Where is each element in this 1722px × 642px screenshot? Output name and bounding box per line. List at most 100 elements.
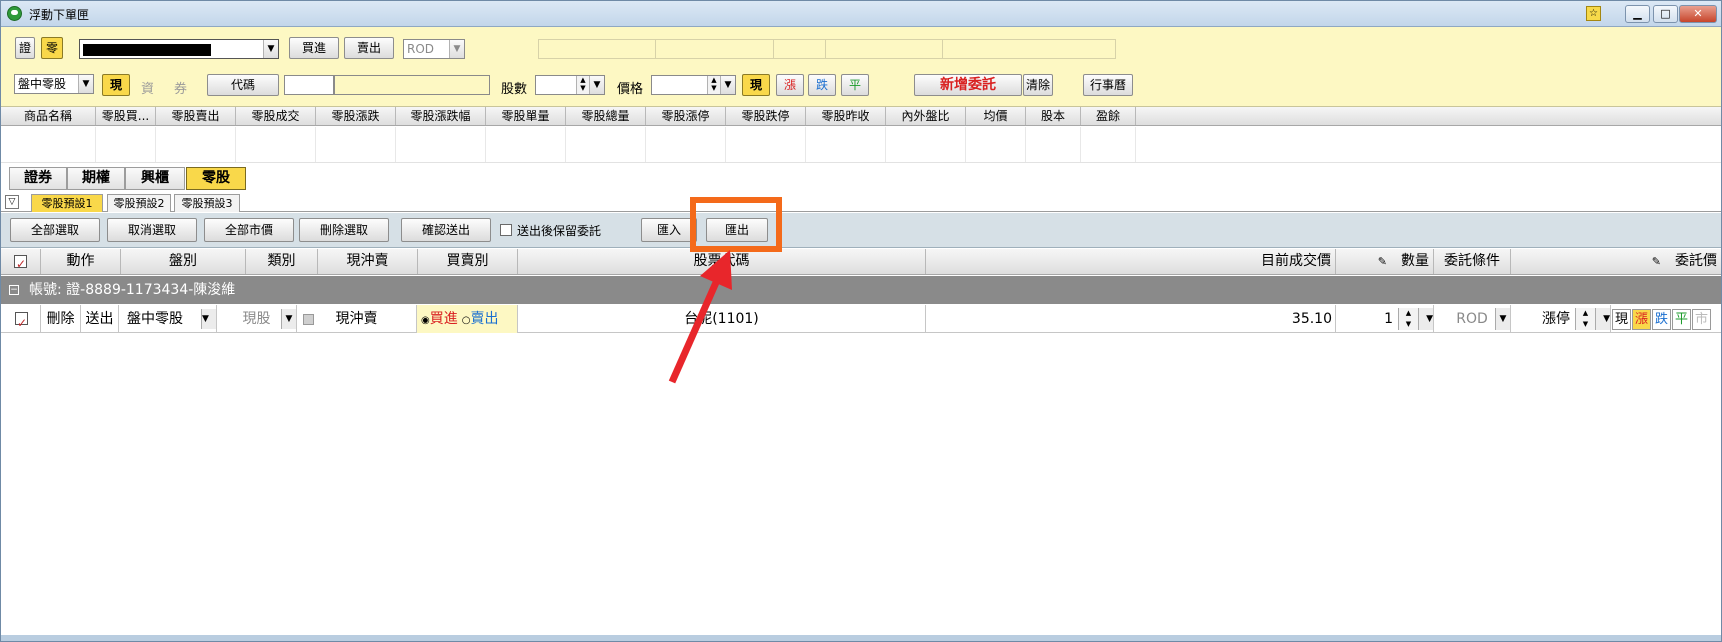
order-row[interactable]: 刪除 送出 盤中零股 ▼ 現股 ▼ 現沖賣 ◉買進○賣出 台泥(1101) 35.1… bbox=[1, 305, 1721, 333]
col-qty[interactable]: ✎ 數量 bbox=[1336, 249, 1434, 274]
keep-after-send-checkbox[interactable] bbox=[500, 224, 512, 236]
sell-button[interactable]: 賣出 bbox=[344, 37, 394, 59]
row-price-up-button[interactable]: 漲 bbox=[1632, 309, 1651, 330]
quote-col-header[interactable]: 商品名稱 bbox=[1, 107, 96, 125]
chevron-down-icon[interactable]: ▼ bbox=[1495, 308, 1510, 330]
select-all-button[interactable]: 全部選取 bbox=[10, 218, 100, 242]
price-cash-button[interactable]: 現 bbox=[742, 74, 770, 96]
price-flat-button[interactable]: 平 bbox=[841, 74, 869, 96]
close-button[interactable]: ✕ bbox=[1679, 5, 1717, 23]
code-button[interactable]: 代碼 bbox=[207, 74, 279, 96]
quote-col-header[interactable]: 零股總量 bbox=[566, 107, 646, 125]
quote-col-header[interactable]: 均價 bbox=[966, 107, 1026, 125]
maximize-button[interactable]: □ bbox=[1653, 5, 1678, 23]
col-code[interactable]: 股票代碼 bbox=[518, 249, 926, 274]
row-checkbox[interactable] bbox=[15, 309, 28, 333]
row-session-select[interactable]: 盤中零股 ▼ bbox=[119, 305, 217, 333]
tab-emerging[interactable]: 興櫃 bbox=[125, 167, 185, 190]
row-price-flat-button[interactable]: 平 bbox=[1672, 309, 1691, 330]
quote-col-header[interactable]: 零股漲停 bbox=[646, 107, 726, 125]
tab-options[interactable]: 期權 bbox=[67, 167, 125, 190]
col-session[interactable]: 盤別 bbox=[121, 249, 246, 274]
radio-selected-icon[interactable]: ◉ bbox=[421, 315, 430, 326]
buy-button[interactable]: 買進 bbox=[289, 37, 339, 59]
odd-lot-mode-button[interactable]: 零 bbox=[41, 37, 63, 59]
daytrade-checkbox[interactable] bbox=[303, 314, 314, 325]
tab-odd-lot[interactable]: 零股 bbox=[186, 167, 246, 190]
row-price-cash-button[interactable]: 現 bbox=[1612, 309, 1631, 330]
price-limit-up-button[interactable]: 漲 bbox=[776, 74, 804, 96]
chevron-down-icon[interactable]: ▼ bbox=[589, 76, 604, 94]
stepper-icon[interactable]: ▲ ▼ bbox=[1398, 308, 1418, 330]
chevron-down-icon[interactable]: ▼ bbox=[1595, 308, 1610, 330]
col-condition[interactable]: 委託條件 bbox=[1434, 249, 1511, 274]
chevron-down-icon[interactable]: ▼ bbox=[720, 76, 735, 94]
col-side[interactable]: 買賣別 bbox=[418, 249, 518, 274]
margin-option[interactable]: 資 bbox=[141, 78, 154, 97]
quote-col-header[interactable]: 股本 bbox=[1026, 107, 1081, 125]
short-option[interactable]: 券 bbox=[174, 78, 187, 97]
chevron-down-icon[interactable]: ▼ bbox=[263, 40, 278, 58]
price-stepper[interactable]: ▲ ▼ bbox=[707, 76, 720, 94]
stock-mode-button[interactable]: 證 bbox=[15, 37, 35, 59]
row-price-down-button[interactable]: 跌 bbox=[1652, 309, 1671, 330]
deselect-button[interactable]: 取消選取 bbox=[107, 218, 197, 242]
quote-col-header[interactable]: 零股漲跌幅 bbox=[396, 107, 486, 125]
order-condition-select[interactable]: ROD ▼ bbox=[403, 39, 465, 59]
new-order-button[interactable]: 新增委託 bbox=[914, 74, 1022, 96]
col-action[interactable]: 動作 bbox=[41, 249, 121, 274]
clear-button[interactable]: 清除 bbox=[1023, 74, 1053, 96]
chevron-down-icon[interactable]: ▼ bbox=[1418, 308, 1433, 330]
quote-col-header[interactable]: 零股買... bbox=[96, 107, 156, 125]
quote-col-header[interactable]: 盈餘 bbox=[1081, 107, 1136, 125]
collapse-icon[interactable]: ▽ bbox=[5, 195, 19, 209]
cash-button[interactable]: 現 bbox=[102, 74, 130, 96]
tab-preset-3[interactable]: 零股預設3 bbox=[174, 194, 240, 212]
tab-preset-1[interactable]: 零股預設1 bbox=[31, 194, 103, 212]
quote-col-header[interactable]: 零股成交 bbox=[236, 107, 316, 125]
all-market-price-button[interactable]: 全部市價 bbox=[204, 218, 294, 242]
chevron-down-icon[interactable]: ▼ bbox=[281, 309, 296, 329]
col-type[interactable]: 類別 bbox=[246, 249, 318, 274]
stepper-icon[interactable]: ▲ ▼ bbox=[1575, 308, 1595, 330]
quote-col-header[interactable]: 零股賣出 bbox=[156, 107, 236, 125]
row-send-button[interactable]: 送出 bbox=[81, 305, 119, 333]
session-select[interactable]: 盤中零股 ▼ bbox=[14, 74, 94, 94]
col-order-price[interactable]: ✎ 委託價 bbox=[1511, 249, 1721, 274]
row-side-radio[interactable]: ◉買進 ○賣出 bbox=[417, 305, 518, 333]
price-limit-down-button[interactable]: 跌 bbox=[808, 74, 836, 96]
quote-col-header[interactable]: 零股漲跌 bbox=[316, 107, 396, 125]
quote-col-header[interactable]: 零股單量 bbox=[486, 107, 566, 125]
quote-col-header[interactable]: 零股跌停 bbox=[726, 107, 806, 125]
account-select[interactable]: ▼ bbox=[79, 39, 279, 59]
select-all-column[interactable] bbox=[1, 249, 41, 277]
row-select-cell[interactable] bbox=[1, 305, 41, 333]
row-price-stepper[interactable]: 漲停 ▲ ▼ ▼ bbox=[1511, 305, 1611, 333]
collapse-group-icon[interactable]: − bbox=[9, 285, 19, 295]
delete-selected-button[interactable]: 刪除選取 bbox=[299, 218, 389, 242]
row-qty-stepper[interactable]: 1 ▲ ▼ ▼ bbox=[1336, 305, 1434, 333]
row-delete-button[interactable]: 刪除 bbox=[41, 305, 81, 333]
qty-input[interactable]: ▲ ▼ ▼ bbox=[535, 75, 605, 95]
row-condition-select[interactable]: ROD ▼ bbox=[1434, 305, 1511, 333]
quote-grid-row[interactable] bbox=[1, 127, 1721, 163]
code-input[interactable] bbox=[284, 75, 334, 95]
import-button[interactable]: 匯入 bbox=[641, 218, 697, 242]
edit-icon[interactable]: ✎ bbox=[1652, 255, 1661, 268]
edit-icon[interactable]: ✎ bbox=[1378, 255, 1387, 268]
chevron-down-icon[interactable]: ▼ bbox=[201, 309, 216, 329]
quote-col-header[interactable]: 內外盤比 bbox=[886, 107, 966, 125]
row-type-select[interactable]: 現股 ▼ bbox=[217, 305, 297, 333]
account-group-row[interactable]: − 帳號: 證-8889-1173434-陳浚維 bbox=[1, 276, 1721, 304]
chevron-down-icon[interactable]: ▼ bbox=[78, 75, 93, 93]
qty-stepper[interactable]: ▲ ▼ bbox=[576, 76, 589, 94]
chevron-down-icon[interactable]: ▼ bbox=[449, 40, 464, 58]
header-checkbox[interactable] bbox=[14, 252, 27, 277]
pin-icon[interactable]: ☆ bbox=[1586, 6, 1601, 21]
row-price-market-button[interactable]: 市 bbox=[1692, 309, 1711, 330]
tab-securities[interactable]: 證券 bbox=[9, 167, 67, 190]
col-daytrade[interactable]: 現沖賣 bbox=[318, 249, 418, 274]
confirm-send-button[interactable]: 確認送出 bbox=[401, 218, 491, 242]
price-input[interactable]: ▲ ▼ ▼ bbox=[651, 75, 736, 95]
tab-preset-2[interactable]: 零股預設2 bbox=[107, 194, 171, 212]
